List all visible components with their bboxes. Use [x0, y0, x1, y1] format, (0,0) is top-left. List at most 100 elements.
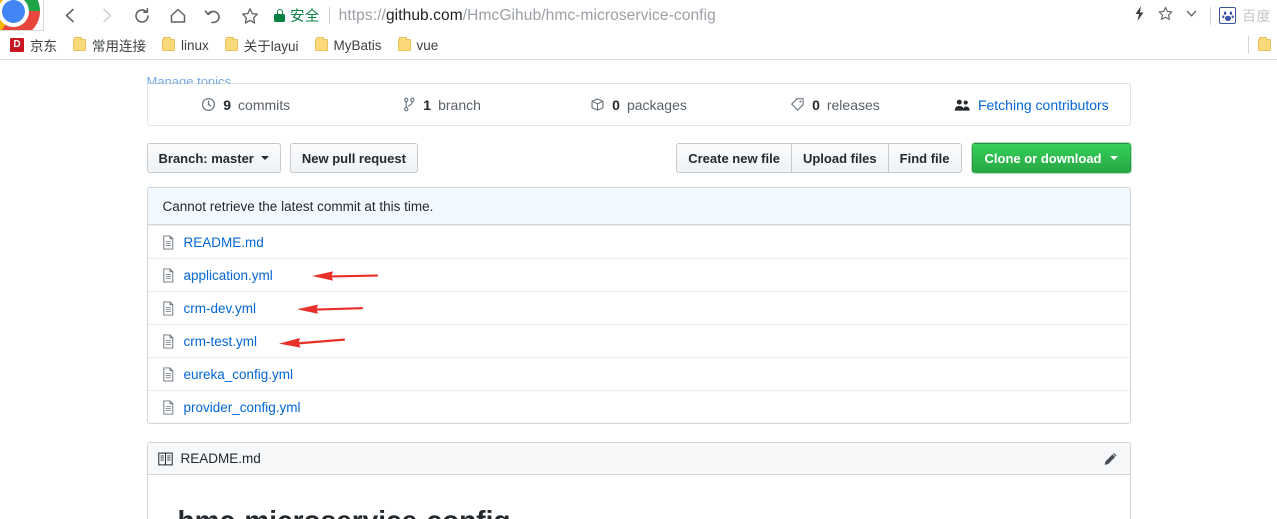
omnibox-divider	[328, 7, 330, 24]
bookmarks-overflow-divider	[1248, 36, 1249, 54]
annotation-arrow-icon	[296, 302, 363, 316]
bookmark-folder-linux[interactable]: linux	[154, 33, 217, 57]
summary-label: releases	[826, 96, 880, 113]
navigation-buttons	[52, 0, 268, 31]
tag-icon	[790, 97, 805, 112]
bookmark-folder-vue[interactable]: vue	[390, 33, 447, 57]
summary-packages[interactable]: 0 packages	[540, 84, 736, 125]
browser-window: 安全 https://github.com/HmcGihub/hmc-micro…	[0, 0, 1277, 519]
branch-select-button[interactable]: Branch: master	[146, 143, 281, 173]
upload-files-button[interactable]: Upload files	[790, 143, 888, 173]
summary-label: Fetching contributors	[977, 96, 1109, 113]
file-actions-group: Create new file Upload files Find file	[676, 143, 962, 173]
annotation-arrow-icon	[278, 335, 345, 349]
security-label: 安全	[290, 9, 320, 25]
readme-panel: README.md hmc-microservice-config	[146, 442, 1131, 519]
file-icon	[162, 234, 175, 250]
toolbar-divider	[1210, 6, 1211, 25]
star-outline-button[interactable]	[1152, 0, 1178, 31]
security-indicator[interactable]: 安全	[274, 5, 329, 26]
table-row[interactable]: provider_config.yml	[147, 390, 1130, 423]
bookmarks-overflow[interactable]	[1248, 36, 1271, 54]
file-link[interactable]: crm-dev.yml	[184, 301, 257, 316]
back-button[interactable]	[52, 0, 88, 31]
folder-icon	[397, 37, 411, 51]
manage-topics-link[interactable]: Manage topics	[147, 74, 232, 84]
baidu-extension-label: 百度	[1242, 7, 1271, 24]
baidu-extension[interactable]: 百度	[1217, 6, 1271, 26]
forward-button[interactable]	[88, 0, 124, 31]
readme-heading: hmc-microservice-config	[178, 503, 1100, 519]
file-link[interactable]: application.yml	[184, 268, 273, 283]
browser-tab-stub[interactable]	[0, 0, 44, 31]
readme-body: hmc-microservice-config	[148, 475, 1130, 519]
file-link[interactable]: provider_config.yml	[184, 400, 301, 415]
summary-count: 1	[423, 96, 432, 113]
file-link[interactable]: eureka_config.yml	[184, 367, 294, 382]
history-back-button[interactable]	[196, 0, 232, 31]
people-icon	[954, 98, 971, 112]
star-icon	[240, 6, 260, 26]
chevron-down-button[interactable]	[1178, 0, 1204, 31]
url-scheme: https://	[338, 6, 386, 24]
file-icon	[162, 333, 175, 349]
clone-or-download-label: Clone or download	[984, 150, 1102, 166]
lock-icon	[274, 9, 285, 22]
jd-logo-icon: D	[10, 38, 24, 52]
summary-branches[interactable]: 1 branch	[344, 84, 540, 125]
file-link[interactable]: README.md	[184, 235, 264, 250]
folder-icon	[162, 37, 175, 51]
url-text[interactable]: https://github.com/HmcGihub/hmc-microser…	[339, 7, 716, 25]
file-link[interactable]: crm-test.yml	[184, 334, 258, 349]
summary-count: 0	[812, 96, 820, 113]
home-button[interactable]	[160, 0, 196, 31]
bookmark-folder-changyonglianjie[interactable]: 常用连接	[65, 33, 154, 57]
file-list: Cannot retrieve the latest commit at thi…	[146, 187, 1131, 424]
bookmark-label: 关于layui	[243, 39, 299, 54]
summary-releases[interactable]: 0 releases	[737, 84, 933, 125]
bookmark-label: 京东	[30, 39, 57, 54]
readme-title: README.md	[180, 451, 261, 466]
summary-count: 0	[612, 96, 620, 113]
lightning-button[interactable]	[1126, 0, 1152, 31]
bookmark-jingdong[interactable]: D 京东	[2, 33, 65, 57]
branch-select-label: Branch: master	[158, 150, 254, 166]
url-path: /HmcGihub/hmc-microservice-config	[462, 6, 716, 24]
history-clock-icon	[201, 97, 216, 112]
reload-icon	[132, 6, 152, 26]
summary-label: commits	[238, 96, 291, 113]
page-viewport: Manage topics 9 commits 1 branch 0 packa…	[0, 61, 1277, 519]
lightning-bolt-icon	[1132, 5, 1147, 27]
file-icon	[162, 267, 175, 283]
clone-or-download-button[interactable]: Clone or download	[971, 143, 1131, 173]
create-new-file-button[interactable]: Create new file	[676, 143, 791, 173]
bookmark-star-button[interactable]	[232, 0, 268, 31]
commit-notice: Cannot retrieve the latest commit at thi…	[147, 188, 1130, 225]
bookmark-folder-mybatis[interactable]: MyBatis	[307, 33, 390, 57]
bookmark-label: linux	[181, 37, 209, 53]
summary-contributors[interactable]: Fetching contributors	[933, 84, 1129, 125]
bookmark-label: MyBatis	[333, 37, 382, 53]
table-row[interactable]: eureka_config.yml	[147, 357, 1130, 390]
omnibox[interactable]: 安全 https://github.com/HmcGihub/hmc-micro…	[274, 0, 1126, 31]
forward-arrow-icon	[97, 6, 116, 25]
repo-container: Manage topics 9 commits 1 branch 0 packa…	[146, 74, 1131, 519]
summary-commits[interactable]: 9 commits	[148, 84, 344, 125]
readme-header: README.md	[147, 443, 1130, 475]
folder-icon	[1258, 37, 1271, 51]
bookmark-folder-layui[interactable]: 关于layui	[217, 33, 307, 57]
find-file-button[interactable]: Find file	[887, 143, 962, 173]
table-row[interactable]: README.md	[147, 225, 1130, 258]
repo-actions-row: Branch: master New pull request Create n…	[146, 143, 1131, 173]
table-row[interactable]: application.yml	[147, 258, 1130, 291]
new-pull-request-button[interactable]: New pull request	[289, 143, 418, 173]
pencil-icon[interactable]	[1103, 451, 1118, 466]
reload-button[interactable]	[124, 0, 160, 31]
summary-count: 9	[223, 96, 232, 113]
summary-label: branch	[438, 96, 481, 113]
table-row[interactable]: crm-dev.yml	[147, 291, 1130, 324]
home-icon	[168, 6, 188, 26]
repo-summary-bar: 9 commits 1 branch 0 packages 0 releases…	[146, 83, 1131, 126]
table-row[interactable]: crm-test.yml	[147, 324, 1130, 357]
file-icon	[162, 366, 175, 382]
